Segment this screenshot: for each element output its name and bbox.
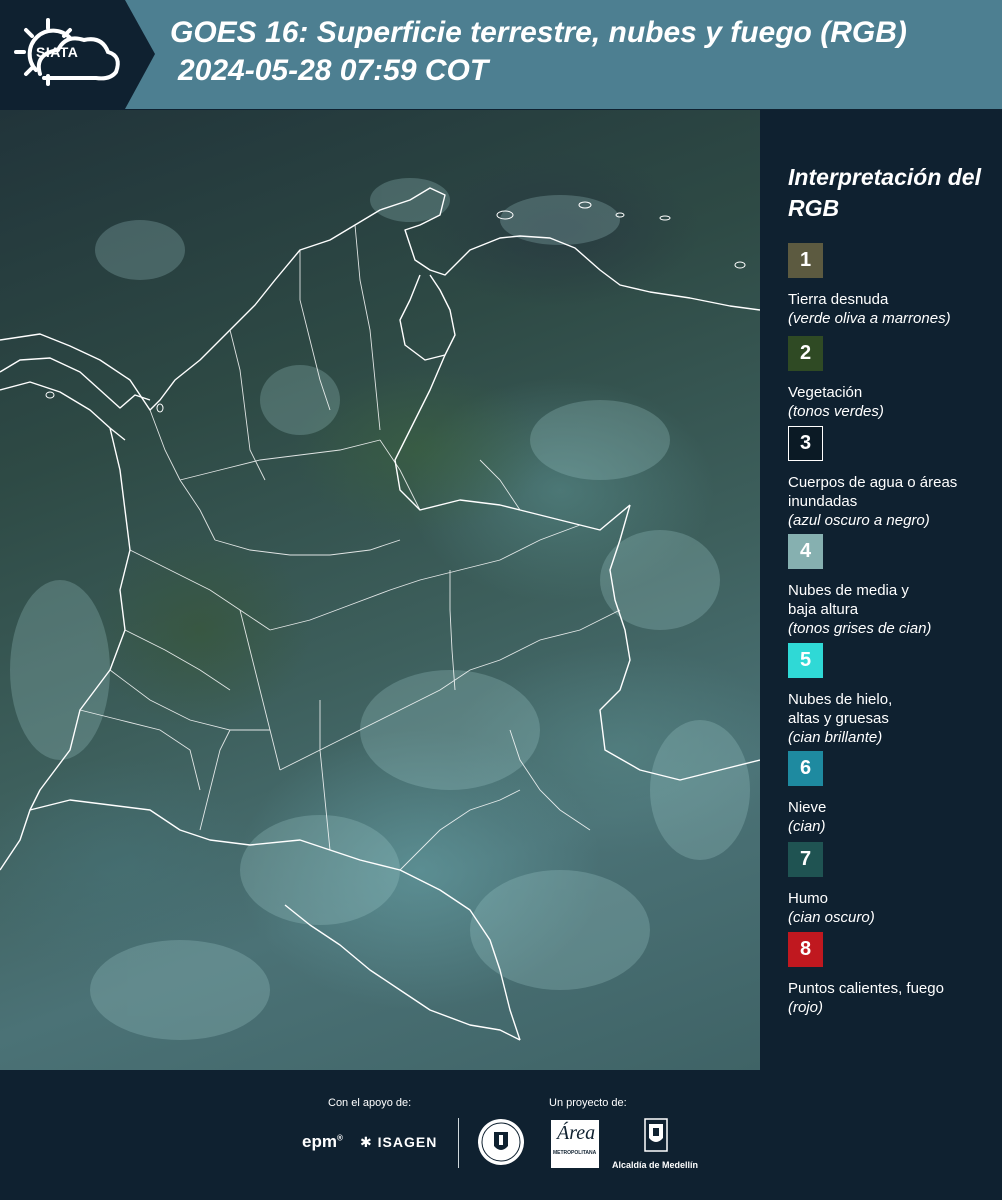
university-seal-icon bbox=[478, 1119, 524, 1165]
legend-description: (tonos grises de cian) bbox=[788, 620, 932, 637]
footer-divider bbox=[458, 1118, 459, 1168]
cloud-patches bbox=[10, 178, 750, 1040]
legend-swatch-7: 7 bbox=[788, 842, 823, 877]
legend-label: Puntos calientes, fuego bbox=[788, 980, 944, 997]
header-bar: SIATA GOES 16: Superficie terrestre, nub… bbox=[0, 0, 1002, 109]
area-logo-text: METROPOLITANA bbox=[553, 1150, 597, 1156]
legend-description: (tonos verdes) bbox=[788, 403, 884, 420]
project-label: Un proyecto de: bbox=[549, 1097, 627, 1109]
title-timestamp: 2024-05-28 07:59 COT bbox=[178, 54, 489, 87]
legend-label: Vegetación bbox=[788, 384, 863, 401]
isagen-star-icon: ✱ bbox=[360, 1134, 373, 1150]
legend-item-low-clouds: 4 Nubes de media y baja altura (tonos gr… bbox=[788, 534, 998, 638]
legend-label: Nieve bbox=[788, 799, 827, 816]
alcaldia-logo-text: Alcaldía de Medellín bbox=[612, 1160, 699, 1170]
area-logo-letter: Área bbox=[557, 1122, 596, 1144]
department-borders bbox=[79, 224, 621, 871]
legend-item-snow: 6 Nieve (cian) bbox=[788, 751, 998, 836]
isagen-logo-text: ISAGEN bbox=[377, 1134, 438, 1150]
legend-item-water: 3 Cuerpos de agua o áreas inundadas (azu… bbox=[788, 426, 998, 530]
legend-label: Nubes de hielo, altas y gruesas bbox=[788, 691, 893, 727]
legend-swatch-8: 8 bbox=[788, 932, 823, 967]
legend-item-vegetation: 2 Vegetación (tonos verdes) bbox=[788, 336, 998, 421]
legend-description: (cian oscuro) bbox=[788, 909, 875, 926]
epm-logo-text: epm bbox=[302, 1132, 337, 1151]
legend-swatch-4: 4 bbox=[788, 534, 823, 569]
support-label: Con el apoyo de: bbox=[328, 1097, 412, 1109]
legend-swatch-1: 1 bbox=[788, 243, 823, 278]
legend-description: (rojo) bbox=[788, 999, 824, 1016]
isagen-logo: ✱ ISAGEN bbox=[360, 1134, 437, 1151]
legend-label: Cuerpos de agua o áreas inundadas bbox=[788, 474, 958, 510]
legend-item-bare-soil: 1 Tierra desnuda (verde oliva a marrones… bbox=[788, 243, 998, 328]
epm-registered-mark: ® bbox=[336, 1133, 343, 1143]
legend-label: Tierra desnuda bbox=[788, 291, 889, 308]
sponsors-footer: Con el apoyo de: Un proyecto de: epm® ✱ … bbox=[0, 1070, 1002, 1200]
title-line-1: GOES 16: Superficie terrestre, nubes y f… bbox=[170, 16, 907, 49]
page-title: GOES 16: Superficie terrestre, nubes y f… bbox=[170, 14, 1000, 90]
legend-description: (azul oscuro a negro) bbox=[788, 512, 930, 529]
legend-swatch-3: 3 bbox=[788, 426, 823, 461]
legend-swatch-2: 2 bbox=[788, 336, 823, 371]
legend-description: (verde oliva a marrones) bbox=[788, 310, 951, 327]
siata-logo-text: SIATA bbox=[36, 44, 79, 60]
logo-panel: SIATA bbox=[0, 0, 155, 109]
legend-description: (cian brillante) bbox=[788, 729, 883, 746]
epm-logo: epm® bbox=[302, 1132, 343, 1152]
legend-swatch-5: 5 bbox=[788, 643, 823, 678]
legend-label: Nubes de media y baja altura bbox=[788, 582, 909, 618]
legend-description: (cian) bbox=[788, 818, 826, 835]
legend-item-ice-clouds: 5 Nubes de hielo, altas y gruesas (cian … bbox=[788, 643, 998, 747]
satellite-map bbox=[0, 110, 760, 1070]
legend-item-fire: 8 Puntos calientes, fuego (rojo) bbox=[788, 932, 998, 1017]
legend-swatch-6: 6 bbox=[788, 751, 823, 786]
legend-label: Humo bbox=[788, 890, 829, 907]
legend-item-smoke: 7 Humo (cian oscuro) bbox=[788, 842, 998, 927]
rgb-legend-panel: Interpretación del RGB 1 Tierra desnuda … bbox=[760, 110, 1002, 1070]
legend-title: Interpretación del RGB bbox=[788, 164, 981, 221]
area-metropolitana-logo: Área METROPOLITANA bbox=[551, 1120, 599, 1168]
alcaldia-shield-icon bbox=[644, 1118, 668, 1152]
country-borders-overlay bbox=[0, 178, 760, 1041]
